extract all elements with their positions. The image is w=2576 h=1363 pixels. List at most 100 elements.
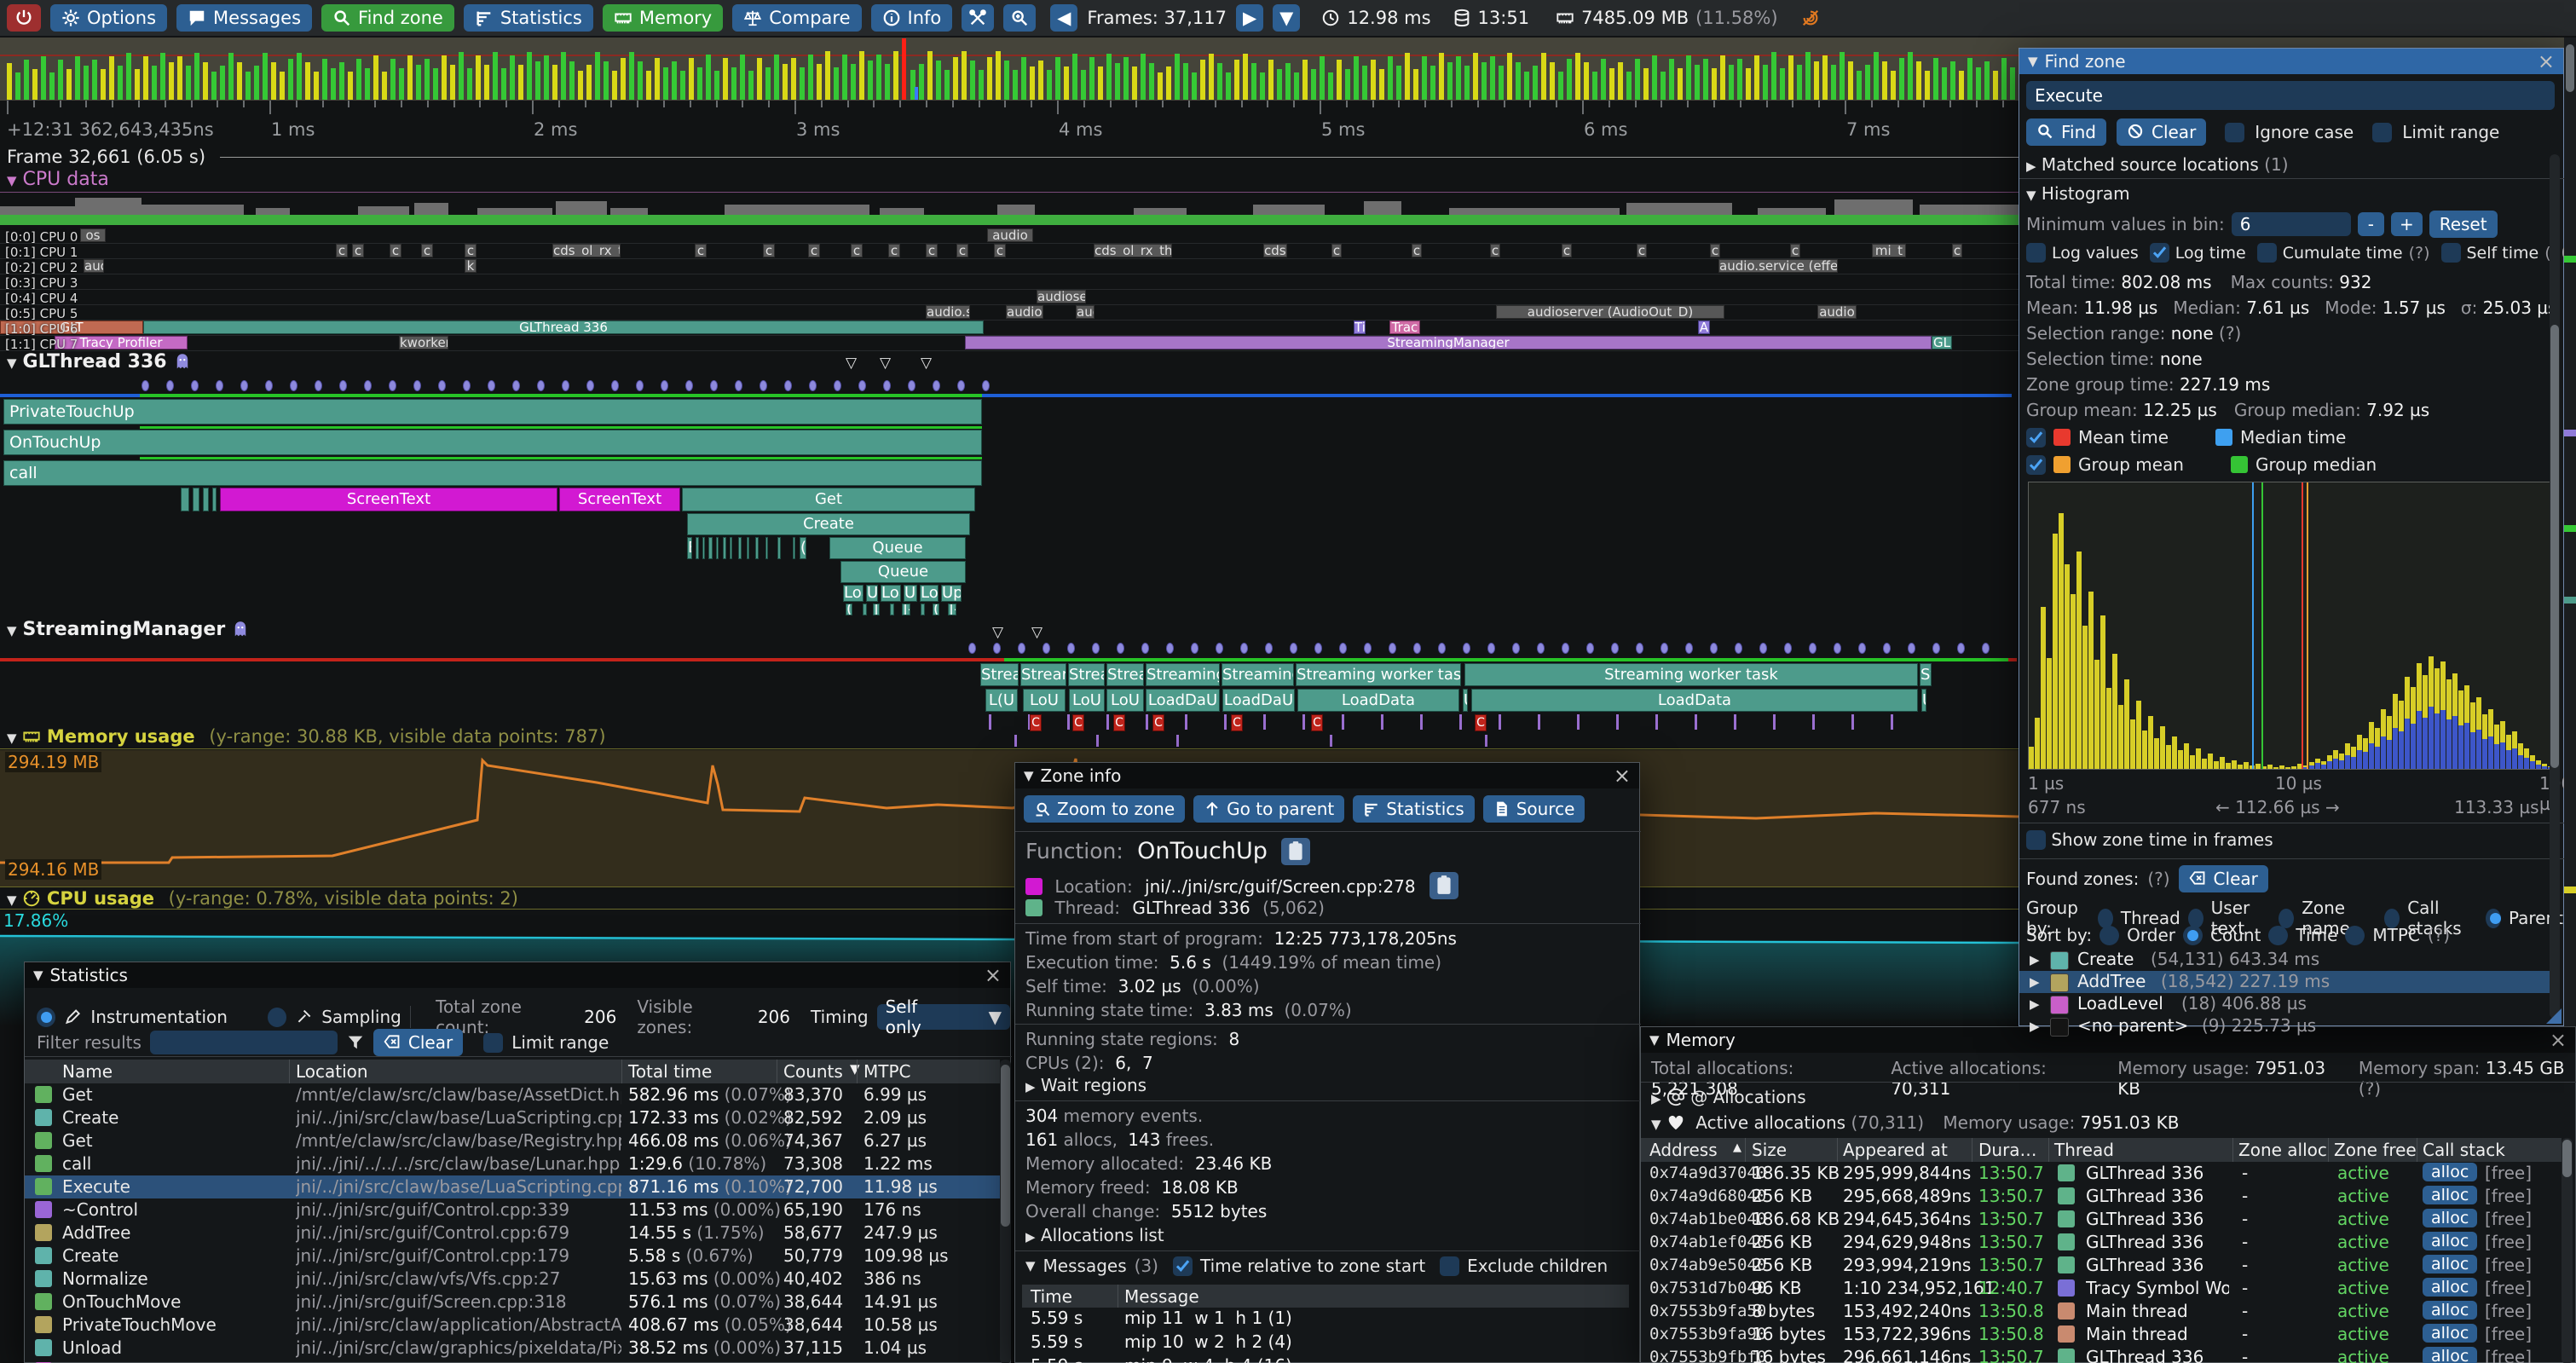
close-icon[interactable]: × [1614,765,1631,786]
cpu-zone[interactable]: os [80,228,106,242]
column-header[interactable]: Call stack [2423,1140,2505,1160]
frame-bar[interactable] [1558,72,1563,100]
cpu-core-row[interactable]: osaudio[0:0] CPU 0 [0,228,2019,244]
frame-bar[interactable] [663,67,668,100]
frame-bar[interactable] [288,59,293,100]
frame-bar[interactable] [1669,59,1674,100]
frame-bar[interactable] [1464,66,1470,100]
frame-bar[interactable] [1916,61,1921,100]
frame-bar[interactable] [783,64,788,100]
frame-bar[interactable] [1686,55,1691,100]
frame-bar[interactable] [1729,65,1734,100]
frame-bar[interactable] [1933,58,1938,100]
frame-bar[interactable] [689,58,694,100]
frame-bar[interactable] [638,61,643,100]
frame-bar[interactable] [493,52,498,100]
table-row[interactable]: Unloadjni/../jni/src/claw/graphics/pixel… [25,1337,1000,1360]
frame-bar[interactable] [1243,54,1248,100]
cpu-zone[interactable]: c [390,244,401,257]
marker-icon[interactable]: ▽ [846,355,857,372]
frame-bar[interactable] [1626,72,1632,100]
frame-bar[interactable] [2001,58,2007,100]
frame-bar[interactable] [1192,72,1197,100]
frame-bar[interactable] [586,65,592,100]
frame-bar[interactable] [1072,54,1077,100]
frame-bar[interactable] [1695,65,1700,100]
message-row[interactable]: 5.59 smip 10 w 2 h 2 (4) [1022,1331,1629,1355]
legend-checkbox[interactable] [2026,455,2046,475]
table-row[interactable]: Createjni/../jni/src/claw/base/LuaScript… [25,1106,1000,1129]
frame-bar[interactable] [75,56,80,100]
frame-bar[interactable] [126,53,131,100]
frame-bar[interactable] [527,52,532,100]
zone[interactable] [212,488,217,511]
timing-dropdown[interactable]: Self only▼ [877,1004,1010,1030]
frame-bar[interactable] [297,53,302,100]
allocations-list-row[interactable]: ▶ Allocations list [1025,1225,1164,1245]
log-values-checkbox[interactable] [2026,243,2046,263]
table-row[interactable]: AddTreejni/../jni/src/guif/Control.cpp:6… [25,1222,1000,1245]
frame-bar[interactable] [915,87,918,100]
reset-button[interactable]: Reset [2429,211,2498,238]
frame-bar[interactable] [510,55,515,100]
zone-info-titlebar[interactable]: ▼Zone info × [1015,763,1639,788]
cpu-zone[interactable]: k [465,259,477,273]
zone[interactable]: Create [687,513,970,535]
frame-bar[interactable] [1413,69,1418,100]
zone[interactable] [696,537,699,559]
zone[interactable]: ( [846,604,852,615]
frame-bar[interactable] [373,55,378,100]
frame-bar[interactable] [1405,53,1410,100]
zone[interactable] [755,537,759,559]
frame-bar[interactable] [748,71,754,100]
frame-bar[interactable] [944,70,950,100]
cumulate-time-checkbox[interactable] [2257,243,2277,263]
frame-bar[interactable] [979,70,984,100]
find-zone-titlebar[interactable]: ▼Find zone × [2019,49,2563,74]
cpu-zone[interactable]: StreamingManager [965,336,1932,349]
collapse-icon[interactable]: ▼ [7,623,17,638]
frame-bar[interactable] [765,67,771,100]
column-header[interactable]: Dura… [1978,1140,2037,1160]
collapse-icon[interactable]: ▼ [7,173,17,188]
zone[interactable]: L(U [985,689,1018,712]
frame-bar[interactable] [1175,54,1180,100]
frame-bar[interactable] [237,62,242,100]
frame-bar[interactable] [842,55,847,100]
frame-bar[interactable] [1456,56,1461,100]
zone[interactable] [921,604,925,615]
frame-bar[interactable] [1788,55,1793,100]
parent-radio[interactable] [2486,909,2501,928]
zone[interactable]: Loa [843,585,863,602]
frame-collapse-button[interactable]: ▼ [1273,4,1300,32]
zone[interactable]: LoU [1069,689,1105,712]
limit-range-checkbox[interactable] [2372,123,2392,142]
frame-bar[interactable] [1345,69,1350,100]
frame-bar[interactable] [1354,56,1359,100]
frame-bar[interactable] [1141,54,1146,100]
cpu-zone[interactable]: Trac [1389,321,1420,334]
frame-bar[interactable] [1499,66,1504,100]
zone[interactable]: C [1152,714,1164,731]
allocation-row[interactable]: 0x74a9d68040256 KB295,668,489ns13:50.7GL… [1641,1185,2562,1208]
frame-bar[interactable] [66,69,72,100]
frame-bar[interactable] [7,63,12,100]
frame-bar[interactable] [1984,61,1990,100]
frame-bar[interactable] [1106,54,1112,100]
zone[interactable]: OnTouchUp [3,430,982,455]
frame-bar[interactable] [612,71,617,100]
find-zone-query-input[interactable] [2026,81,2555,110]
frame-bar[interactable] [595,52,600,100]
frame-bar[interactable] [1771,52,1776,100]
frame-bar[interactable] [962,51,967,100]
frame-bar[interactable] [893,51,898,100]
cpu-core-row[interactable]: GLTGLThread 336TiTracA[1:0] CPU 6 [0,321,2019,336]
column-header[interactable]: Total time [628,1061,712,1082]
legend-checkbox[interactable] [2026,428,2046,448]
frame-bar[interactable] [92,60,97,100]
cpu-zone[interactable]: c [1952,244,1962,257]
zone[interactable] [203,488,209,511]
frame-bar[interactable] [1524,72,1529,100]
zone[interactable] [890,604,894,615]
frame-bar[interactable] [1490,56,1495,100]
